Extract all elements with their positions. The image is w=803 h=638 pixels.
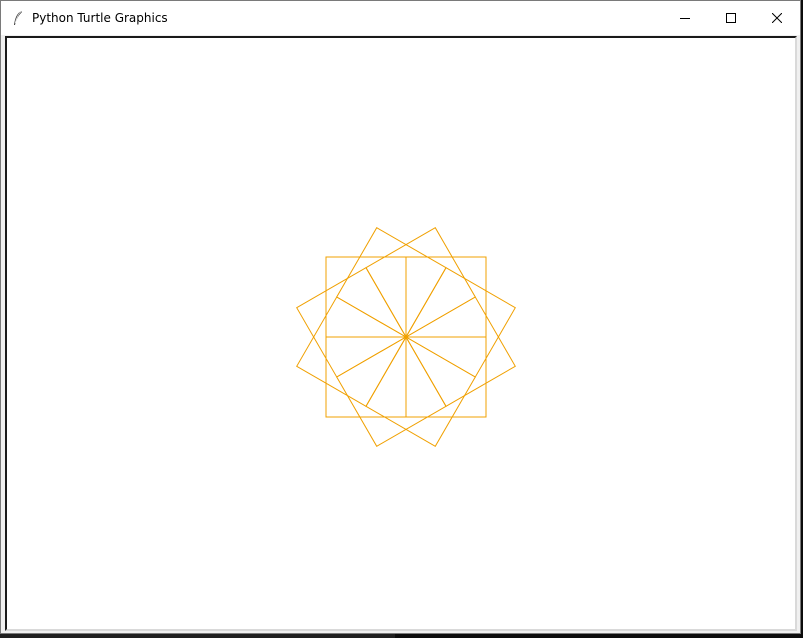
turtle-square <box>336 336 447 447</box>
window-controls <box>662 1 800 35</box>
close-icon <box>772 13 782 23</box>
turtle-square <box>336 227 447 338</box>
close-button[interactable] <box>754 1 800 35</box>
turtle-square <box>296 296 407 407</box>
turtle-square <box>325 336 407 418</box>
maximize-button[interactable] <box>708 1 754 35</box>
turtle-canvas[interactable] <box>7 38 795 629</box>
turtle-square <box>365 227 476 338</box>
window-title: Python Turtle Graphics <box>32 11 168 25</box>
turtle-square <box>365 336 476 447</box>
turtle-square <box>405 256 487 338</box>
title-bar[interactable]: Python Turtle Graphics <box>1 1 800 35</box>
turtle-window: Python Turtle Graphics <box>0 0 801 634</box>
turtle-canvas-frame <box>5 36 797 631</box>
maximize-icon <box>726 13 736 23</box>
turtle-square <box>405 336 487 418</box>
minimize-button[interactable] <box>662 1 708 35</box>
turtle-square <box>325 256 407 338</box>
minimize-icon <box>680 18 690 19</box>
feather-icon <box>11 10 25 26</box>
turtle-square <box>296 267 407 378</box>
turtle-square <box>405 296 516 407</box>
turtle-square <box>405 267 516 378</box>
